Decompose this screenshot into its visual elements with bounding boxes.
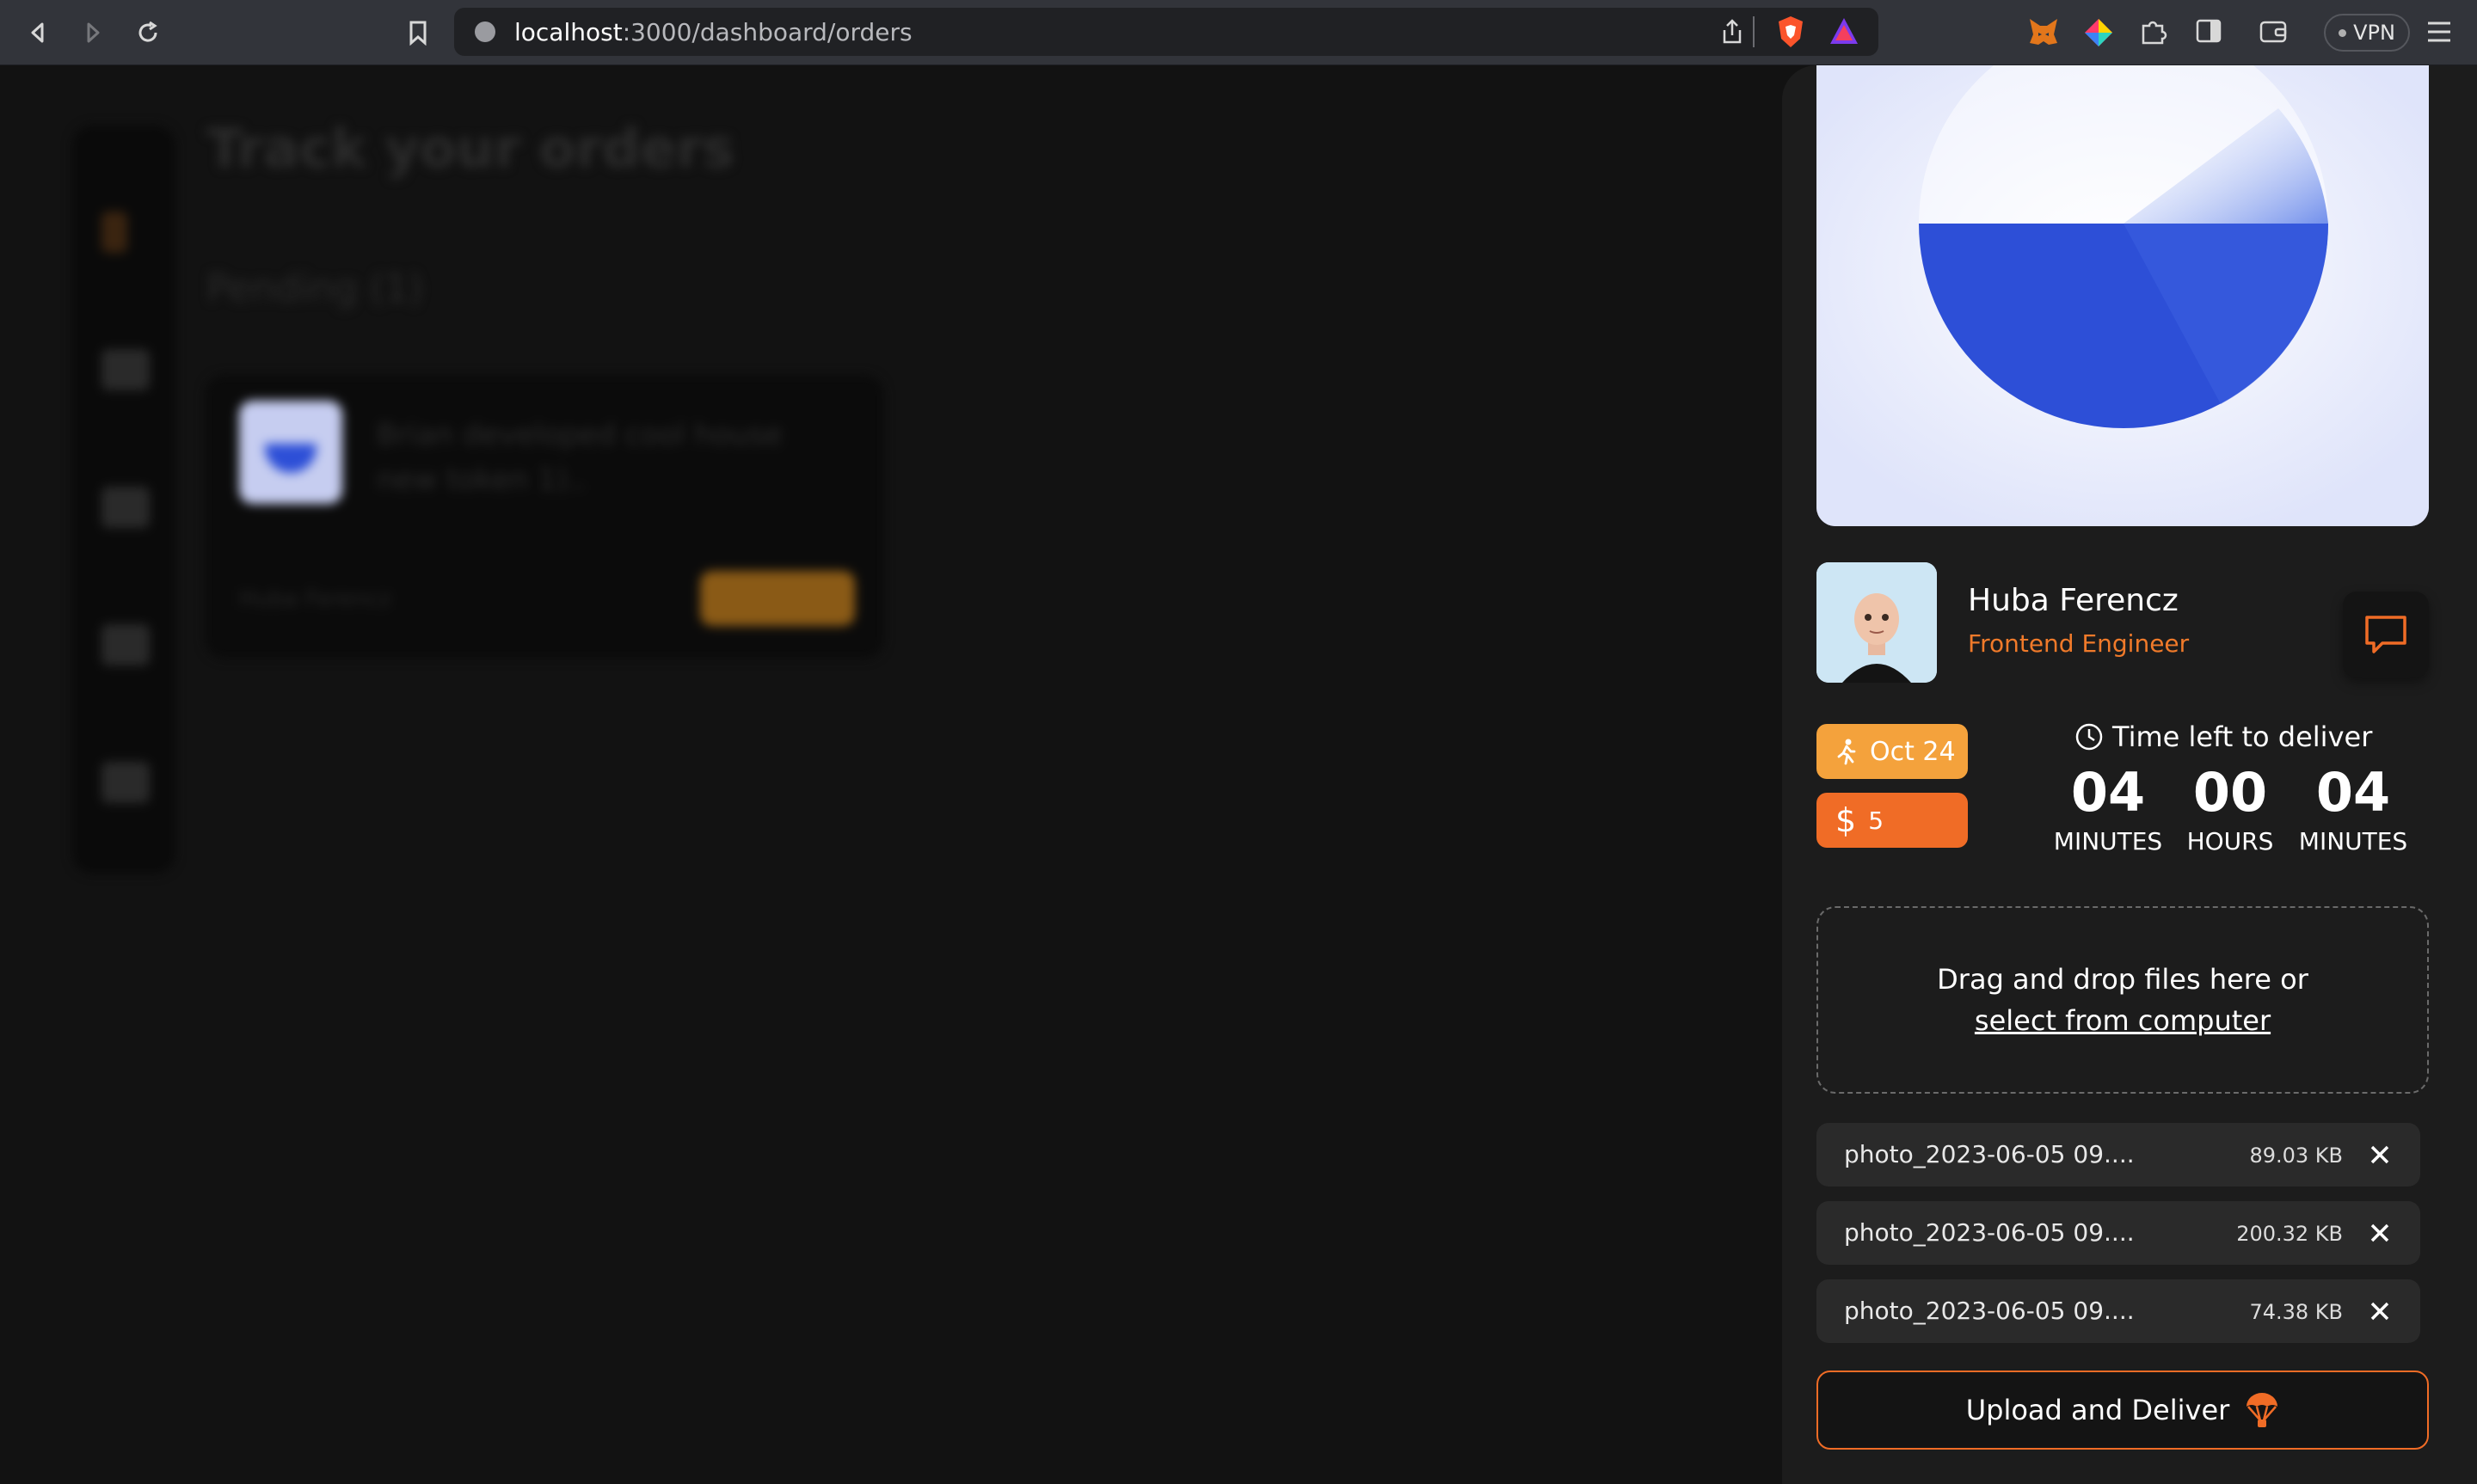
forward-icon[interactable] <box>76 15 110 50</box>
avatar[interactable] <box>1816 562 1937 683</box>
timer-unit: MINUTES <box>2053 827 2163 855</box>
divider <box>1753 16 1755 47</box>
reload-icon[interactable] <box>131 15 165 50</box>
share-icon[interactable] <box>1720 18 1744 49</box>
timer-title: Time left to deliver <box>2074 721 2372 753</box>
clock-icon <box>2075 723 2103 751</box>
deliver-button-label: Upload and Deliver <box>1965 1394 2230 1426</box>
timer-unit: HOURS <box>2186 827 2274 855</box>
brave-shield-icon[interactable] <box>1775 15 1806 52</box>
dropzone-instructions: Drag and drop files here or <box>1937 963 2308 996</box>
order-drawer: Huba Ferencz Frontend Engineer Oct 24 $ … <box>1782 65 2477 1484</box>
file-item: photo_2023-06-05 09.... 200.32 KB <box>1816 1201 2420 1265</box>
extensions-icon[interactable] <box>2138 17 2167 50</box>
order-description: Brian developed cool house new token 1).… <box>377 418 783 497</box>
pending-heading: Pending (1) <box>206 267 424 310</box>
file-size: 74.38 KB <box>2249 1300 2343 1324</box>
menu-icon[interactable] <box>2425 19 2453 48</box>
file-name: photo_2023-06-05 09.... <box>1844 1297 2135 1325</box>
back-icon[interactable] <box>21 15 55 50</box>
truck-icon <box>101 487 150 528</box>
remove-file-icon[interactable] <box>2365 1297 2394 1326</box>
file-size: 200.32 KB <box>2236 1222 2343 1246</box>
due-date-text: Oct 24 <box>1870 736 1956 767</box>
timer-block: 00 HOURS <box>2174 761 2286 856</box>
chart-icon <box>101 349 150 390</box>
wallet-icon[interactable] <box>2259 17 2288 48</box>
timer-block: 04 MINUTES <box>2052 761 2164 856</box>
chat-button[interactable] <box>2343 592 2429 678</box>
sidebar <box>72 126 175 874</box>
order-thumbnail <box>239 401 342 504</box>
timer-value: 04 <box>2315 761 2391 824</box>
file-name: photo_2023-06-05 09.... <box>1844 1140 2135 1168</box>
file-name: photo_2023-06-05 09.... <box>1844 1218 2135 1247</box>
file-item: photo_2023-06-05 09.... 89.03 KB <box>1816 1123 2420 1187</box>
brave-rewards-icon[interactable] <box>1829 16 1859 49</box>
seller-role: Frontend Engineer <box>1968 629 2190 658</box>
page-title: Track your orders <box>206 117 734 180</box>
timer-title-text: Time left to deliver <box>2112 721 2373 753</box>
timer-unit: MINUTES <box>2298 827 2408 855</box>
order-card: Brian developed cool house new token 1).… <box>205 375 884 659</box>
file-dropzone[interactable]: Drag and drop files here or select from … <box>1816 906 2429 1094</box>
vpn-label: VPN <box>2353 21 2395 45</box>
url-text: localhost:3000/dashboard/orders <box>514 18 913 46</box>
sidebar-icon[interactable] <box>2195 17 2222 48</box>
price-badge: $ 5 <box>1816 793 1968 848</box>
site-info-icon[interactable] <box>475 21 495 42</box>
orders-icon <box>101 212 127 253</box>
color-extension-icon[interactable] <box>2083 17 2114 52</box>
select-from-computer-link[interactable]: select from computer <box>1818 1004 2427 1037</box>
price-text: 5 <box>1868 806 1884 835</box>
upload-and-deliver-button[interactable]: Upload and Deliver <box>1816 1371 2429 1450</box>
timer-value: 00 <box>2192 761 2268 824</box>
due-date-badge: Oct 24 <box>1816 724 1968 779</box>
file-item: photo_2023-06-05 09.... 74.38 KB <box>1816 1279 2420 1343</box>
timer-block: 04 MINUTES <box>2297 761 2409 856</box>
order-person: Huba Ferencz <box>239 586 391 612</box>
seller-name: Huba Ferencz <box>1968 583 2179 618</box>
users-icon <box>101 762 150 803</box>
order-hero-image <box>1816 65 2429 526</box>
timer-value: 04 <box>2070 761 2146 824</box>
walking-icon <box>1837 739 1856 765</box>
dollar-icon: $ <box>1835 801 1857 839</box>
address-bar[interactable]: localhost:3000/dashboard/orders <box>454 8 1878 56</box>
money-icon <box>101 624 150 665</box>
metamask-icon[interactable] <box>2026 15 2061 52</box>
seller-profile: Huba Ferencz Frontend Engineer <box>1816 562 2429 683</box>
vpn-status-dot <box>2339 28 2347 37</box>
order-action-button <box>700 571 855 626</box>
bookmark-icon[interactable] <box>401 15 435 50</box>
parachute-icon <box>2247 1393 2278 1427</box>
remove-file-icon[interactable] <box>2365 1218 2394 1248</box>
vpn-button[interactable]: VPN <box>2324 14 2410 52</box>
browser-toolbar: localhost:3000/dashboard/orders VPN <box>0 0 2477 65</box>
file-size: 89.03 KB <box>2249 1144 2343 1168</box>
chat-icon <box>2365 616 2406 653</box>
remove-file-icon[interactable] <box>2365 1140 2394 1169</box>
